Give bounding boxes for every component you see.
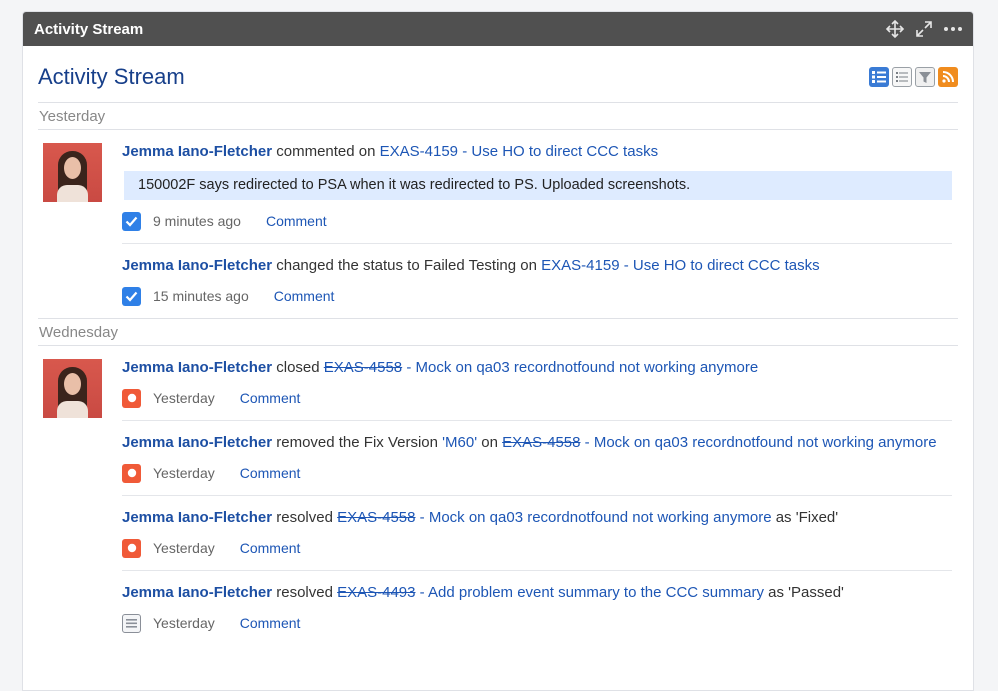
entry-meta: 15 minutes ago Comment (122, 285, 952, 307)
timestamp: Yesterday (153, 615, 215, 631)
issue-link[interactable]: EXAS-4558 - Mock on qa03 recordnotfound … (337, 509, 771, 526)
gadget-body: Activity Stream Yesterday Jemma Iano-Fle… (23, 46, 973, 645)
issue-key[interactable]: EXAS-4558 (324, 359, 402, 376)
issue-key[interactable]: EXAS-4159 (541, 257, 619, 274)
activity-entry: Jemma Iano-Fletcher commented on EXAS-41… (122, 130, 952, 244)
story-icon (122, 613, 141, 633)
timestamp: Yesterday (153, 390, 215, 406)
issue-link[interactable]: EXAS-4493 - Add problem event summary to… (337, 584, 764, 601)
more-icon[interactable] (943, 26, 963, 32)
issue-link[interactable]: EXAS-4558 - Mock on qa03 recordnotfound … (324, 359, 758, 376)
comment-link[interactable]: Comment (240, 540, 301, 556)
timestamp: Yesterday (153, 540, 215, 556)
activity-entry: Jemma Iano-Fletcher removed the Fix Vers… (122, 421, 952, 496)
page-title: Activity Stream (38, 64, 185, 89)
gadget-header: Activity Stream (23, 12, 973, 46)
comment-link[interactable]: Comment (240, 465, 301, 481)
entry-meta: Yesterday Comment (122, 387, 952, 409)
move-icon[interactable] (885, 19, 905, 39)
comment-link[interactable]: Comment (240, 615, 301, 631)
task-check-icon (122, 211, 141, 231)
entry-meta: Yesterday Comment (122, 462, 952, 484)
issue-key[interactable]: EXAS-4558 (502, 434, 580, 451)
action-text: closed (276, 359, 320, 376)
entry-meta: 9 minutes ago Comment (122, 210, 952, 232)
issue-link[interactable]: EXAS-4159 - Use HO to direct CCC tasks (380, 143, 658, 160)
stream-head: Activity Stream (38, 46, 958, 102)
issue-link[interactable]: EXAS-4159 - Use HO to direct CCC tasks (541, 257, 819, 274)
list-view-icon[interactable] (892, 67, 912, 87)
activity-entry: Jemma Iano-Fletcher resolved EXAS-4558 -… (122, 496, 952, 571)
user-link[interactable]: Jemma Iano-Fletcher (122, 509, 272, 526)
full-view-icon[interactable] (869, 67, 889, 87)
day-header: Yesterday (38, 102, 958, 130)
issue-title[interactable]: - Use HO to direct CCC tasks (620, 257, 820, 274)
timestamp: Yesterday (153, 465, 215, 481)
issue-title[interactable]: - Mock on qa03 recordnotfound not workin… (581, 434, 937, 451)
user-link[interactable]: Jemma Iano-Fletcher (122, 584, 272, 601)
action-text: resolved (276, 509, 333, 526)
comment-link[interactable]: Comment (240, 390, 301, 406)
comment-link[interactable]: Comment (274, 288, 335, 304)
bug-icon (122, 538, 141, 558)
task-check-icon (122, 286, 141, 306)
action-text: resolved (276, 584, 333, 601)
rss-icon[interactable] (938, 67, 958, 87)
user-link[interactable]: Jemma Iano-Fletcher (122, 359, 272, 376)
entry-meta: Yesterday Comment (122, 612, 952, 634)
issue-title[interactable]: - Use HO to direct CCC tasks (458, 143, 658, 160)
issue-key[interactable]: EXAS-4493 (337, 584, 415, 601)
issue-title[interactable]: - Mock on qa03 recordnotfound not workin… (402, 359, 758, 376)
resolution-text: as 'Fixed' (775, 509, 839, 526)
timestamp: 9 minutes ago (153, 213, 241, 229)
user-link[interactable]: Jemma Iano-Fletcher (122, 257, 272, 274)
version-link[interactable]: 'M60' (442, 434, 477, 451)
bug-icon (122, 463, 141, 483)
issue-title[interactable]: - Add problem event summary to the CCC s… (416, 584, 764, 601)
activity-group: Jemma Iano-Fletcher commented on EXAS-41… (38, 130, 958, 318)
entry-meta: Yesterday Comment (122, 537, 952, 559)
action-text: removed the Fix Version (276, 434, 438, 451)
bug-icon (122, 388, 141, 408)
comment-link[interactable]: Comment (266, 213, 327, 229)
action-suffix: on (481, 434, 498, 451)
filter-icon[interactable] (915, 67, 935, 87)
view-toolbar (869, 67, 958, 87)
issue-key[interactable]: EXAS-4159 (380, 143, 458, 160)
gadget-header-title: Activity Stream (34, 20, 144, 38)
avatar[interactable] (43, 143, 102, 202)
timestamp: 15 minutes ago (153, 288, 249, 304)
user-link[interactable]: Jemma Iano-Fletcher (122, 434, 272, 451)
activity-entry: Jemma Iano-Fletcher changed the status t… (122, 244, 952, 307)
activity-entry: Jemma Iano-Fletcher closed EXAS-4558 - M… (122, 346, 952, 421)
user-link[interactable]: Jemma Iano-Fletcher (122, 143, 272, 160)
expand-icon[interactable] (915, 20, 933, 38)
resolution-text: as 'Passed' (768, 584, 844, 601)
day-header: Wednesday (38, 318, 958, 346)
activity-group: Jemma Iano-Fletcher closed EXAS-4558 - M… (38, 346, 958, 645)
activity-stream-gadget: Activity Stream Activity Stream Yesterda… (22, 11, 974, 691)
comment-quote: 150002F says redirected to PSA when it w… (124, 171, 952, 200)
activity-entry: Jemma Iano-Fletcher resolved EXAS-4493 -… (122, 571, 952, 634)
gadget-header-controls (885, 19, 963, 39)
issue-key[interactable]: EXAS-4558 (337, 509, 415, 526)
issue-link[interactable]: EXAS-4558 - Mock on qa03 recordnotfound … (502, 434, 936, 451)
action-text: commented on (276, 143, 376, 160)
issue-title[interactable]: - Mock on qa03 recordnotfound not workin… (416, 509, 772, 526)
avatar[interactable] (43, 359, 102, 418)
action-text: changed the status to Failed Testing on (276, 257, 537, 274)
